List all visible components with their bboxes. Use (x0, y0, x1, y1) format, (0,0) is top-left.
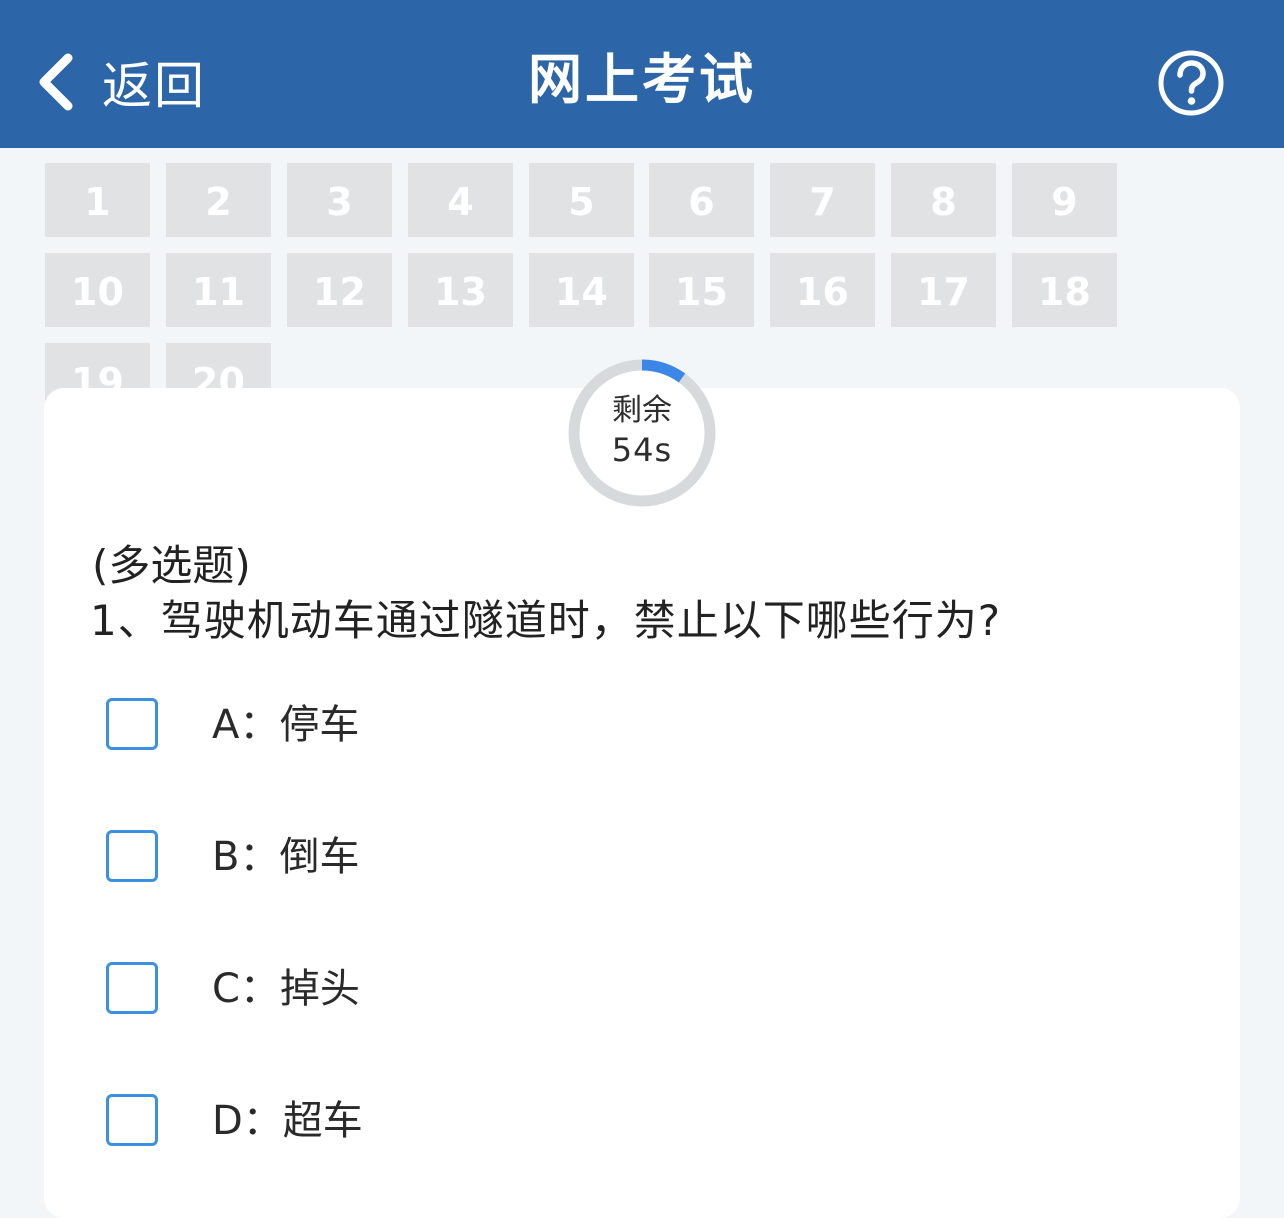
option-label: A：停车 (212, 702, 360, 748)
question-number-cell[interactable]: 6 (649, 163, 754, 237)
question-number-cell[interactable]: 2 (166, 163, 271, 237)
question-text: 1、驾驶机动车通过隧道时，禁止以下哪些行为? (90, 596, 1002, 645)
timer-label: 剩余 (612, 393, 672, 428)
question-type: (多选题) (92, 541, 251, 590)
question-number-cell[interactable]: 13 (408, 253, 513, 327)
question-number-cell[interactable]: 3 (287, 163, 392, 237)
question-number-cell[interactable]: 11 (166, 253, 271, 327)
option-b[interactable]: B：倒车 (106, 830, 706, 886)
question-number-cell[interactable]: 15 (649, 253, 754, 327)
option-checkbox[interactable] (106, 830, 158, 882)
option-checkbox[interactable] (106, 1094, 158, 1146)
option-d[interactable]: D：超车 (106, 1094, 706, 1150)
question-number-cell[interactable]: 16 (770, 253, 875, 327)
timer-value: 54s (611, 431, 673, 469)
question-number-cell[interactable]: 9 (1012, 163, 1117, 237)
countdown-timer: 剩余 54s (566, 357, 718, 509)
option-a[interactable]: A：停车 (106, 698, 706, 754)
option-label: D：超车 (212, 1098, 363, 1144)
question-number-cell[interactable]: 8 (891, 163, 996, 237)
help-circle-icon (1158, 50, 1224, 116)
question-number-cell[interactable]: 12 (287, 253, 392, 327)
question-number-cell[interactable]: 1 (45, 163, 150, 237)
timer-text: 剩余 54s (566, 357, 718, 509)
question-number-cell[interactable]: 18 (1012, 253, 1117, 327)
navbar: 返回 网上考试 (0, 0, 1284, 148)
option-c[interactable]: C：掉头 (106, 962, 706, 1018)
option-label: C：掉头 (212, 966, 360, 1012)
question-number-cell[interactable]: 7 (770, 163, 875, 237)
question-number-cell[interactable]: 5 (529, 163, 634, 237)
help-button[interactable] (1156, 48, 1226, 118)
option-checkbox[interactable] (106, 962, 158, 1014)
question-number-cell[interactable]: 17 (891, 253, 996, 327)
question-number-cell[interactable]: 10 (45, 253, 150, 327)
option-checkbox[interactable] (106, 698, 158, 750)
question-number-cell[interactable]: 4 (408, 163, 513, 237)
option-label: B：倒车 (212, 834, 360, 880)
page-title: 网上考试 (528, 48, 756, 111)
question-number-cell[interactable]: 14 (529, 253, 634, 327)
